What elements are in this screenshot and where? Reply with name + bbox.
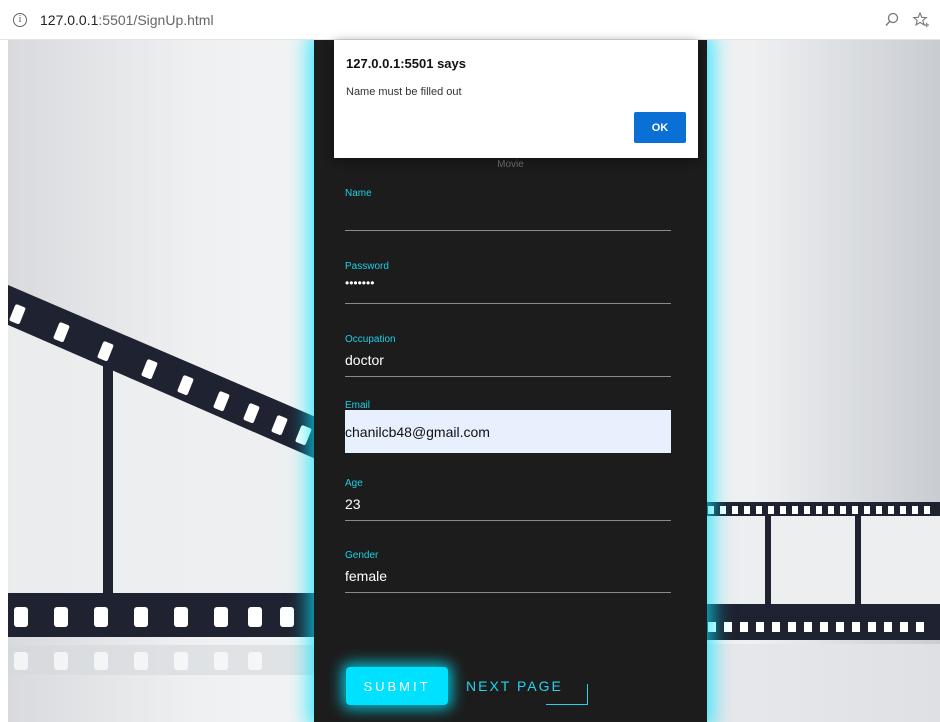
age-label: Age: [345, 478, 363, 489]
email-input[interactable]: [345, 410, 671, 453]
ok-button[interactable]: OK: [634, 112, 686, 143]
url-host: 127.0.0.1: [40, 12, 99, 28]
next-page-corner-accent: [546, 684, 588, 705]
gender-label: Gender: [345, 550, 379, 561]
search-zoom-icon[interactable]: [883, 11, 901, 29]
browser-address-bar: i 127.0.0.1:5501/SignUp.html: [0, 0, 940, 40]
age-value[interactable]: 23: [345, 496, 361, 512]
password-value[interactable]: •••••••: [345, 276, 374, 290]
favorite-star-icon[interactable]: [912, 11, 930, 29]
name-underline: [345, 230, 671, 231]
info-icon[interactable]: i: [13, 13, 27, 27]
password-underline: [345, 303, 671, 304]
password-label: Password: [345, 261, 389, 272]
submit-button[interactable]: SUBMIT: [346, 667, 448, 705]
form-title: Movie: [497, 159, 524, 170]
alert-message: Name must be filled out: [346, 86, 462, 98]
url-field[interactable]: 127.0.0.1:5501/SignUp.html: [40, 12, 214, 28]
url-path: :5501/SignUp.html: [98, 12, 214, 28]
occupation-underline: [345, 376, 671, 377]
occupation-label: Occupation: [345, 334, 396, 345]
gender-underline: [345, 592, 671, 593]
name-label: Name: [345, 188, 372, 199]
gender-value[interactable]: female: [345, 568, 387, 584]
alert-title: 127.0.0.1:5501 says: [346, 56, 466, 71]
age-underline: [345, 520, 671, 521]
alert-dialog: 127.0.0.1:5501 says Name must be filled …: [334, 40, 698, 158]
occupation-value[interactable]: doctor: [345, 352, 384, 368]
